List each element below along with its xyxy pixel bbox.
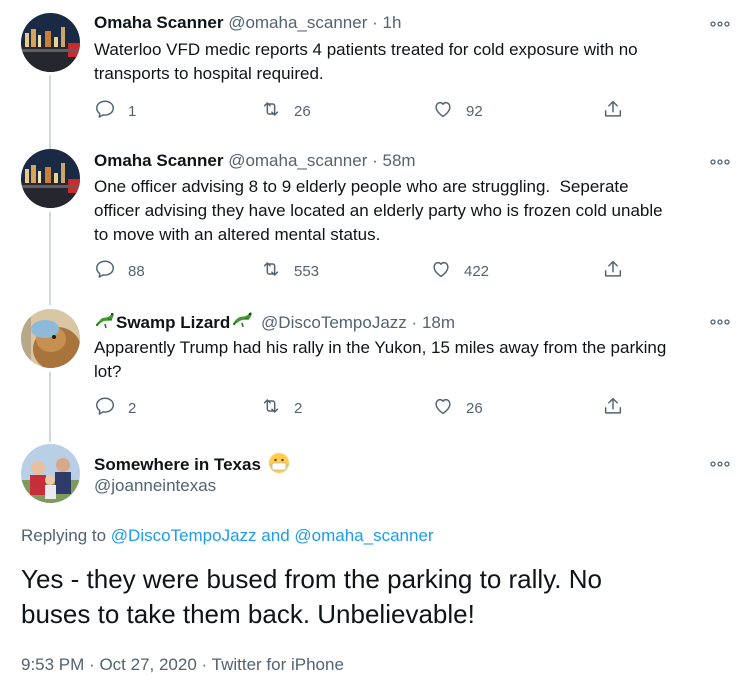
reply-count: 1 <box>128 102 137 120</box>
separator-dot: · <box>372 151 378 170</box>
tweet-actions: 88 553 422 <box>94 259 654 283</box>
tweet[interactable]: Omaha Scanner @omaha_scanner · 1h Waterl… <box>0 0 749 140</box>
reply-button[interactable]: 88 <box>94 259 145 283</box>
like-button[interactable]: 92 <box>432 99 483 123</box>
separator-dot: · <box>201 655 208 674</box>
share-button[interactable] <box>602 396 624 420</box>
reply-button[interactable]: 2 <box>94 396 136 420</box>
display-name[interactable]: Somewhere in Texas <box>94 455 261 474</box>
separator-dot: · <box>89 655 95 674</box>
tweet-header: Omaha Scanner @omaha_scanner · 58m <box>94 151 416 171</box>
user-handle[interactable]: @omaha_scanner <box>228 13 367 32</box>
tweet-date[interactable]: Oct 27, 2020 <box>99 655 196 674</box>
more-icon[interactable] <box>710 456 730 467</box>
mention-link[interactable]: @omaha_scanner <box>294 526 433 545</box>
more-icon[interactable] <box>710 314 730 325</box>
avatar[interactable] <box>21 444 80 503</box>
retweet-icon <box>260 258 282 284</box>
retweet-count: 26 <box>294 102 311 120</box>
reply-button[interactable]: 1 <box>94 99 136 123</box>
reply-icon <box>94 395 116 421</box>
retweet-button[interactable]: 553 <box>260 259 319 283</box>
heart-icon <box>430 258 452 284</box>
text-line: Yes - they were bused from the parking t… <box>21 564 602 594</box>
tweet[interactable]: Omaha Scanner @omaha_scanner · 58m One o… <box>0 140 749 300</box>
reply-count: 88 <box>128 262 145 280</box>
mask-emoji <box>268 452 290 479</box>
focused-tweet: Somewhere in Texas @joanneintexas <box>0 438 749 682</box>
text-line: officer advising they have located an el… <box>94 201 663 220</box>
like-count: 26 <box>466 399 483 417</box>
display-name[interactable]: Omaha Scanner <box>94 13 223 32</box>
separator-dot: · <box>372 13 378 32</box>
tweet[interactable]: Swamp Lizard @DiscoTempoJazz · 18m Appar… <box>0 300 749 438</box>
reply-icon <box>94 98 116 124</box>
focused-tweet-text: Yes - they were bused from the parking t… <box>21 562 721 632</box>
tweet-source[interactable]: Twitter for iPhone <box>212 655 344 674</box>
tweet-time[interactable]: 1h <box>383 13 402 32</box>
text-line: to move with an altered mental status. <box>94 225 381 244</box>
tweet-meta: 9:53 PM · Oct 27, 2020 · Twitter for iPh… <box>21 655 344 675</box>
mention-link[interactable]: @DiscoTempoJazz <box>111 526 257 545</box>
like-button[interactable]: 26 <box>432 396 483 420</box>
reply-count: 2 <box>128 399 137 417</box>
avatar[interactable] <box>21 13 80 72</box>
avatar[interactable] <box>21 309 80 368</box>
share-icon <box>602 395 624 421</box>
lizard-emoji <box>94 311 116 336</box>
retweet-button[interactable]: 26 <box>260 99 311 123</box>
tweet-actions: 1 26 92 <box>94 99 654 123</box>
like-count: 422 <box>464 262 490 280</box>
text-line: transports to hospital required. <box>94 64 324 83</box>
tweet-header: Omaha Scanner @omaha_scanner · 1h <box>94 13 401 33</box>
retweet-icon <box>260 98 282 124</box>
tweet-text: Apparently Trump had his rally in the Yu… <box>94 336 734 384</box>
like-count: 92 <box>466 102 483 120</box>
user-handle[interactable]: @DiscoTempoJazz <box>261 313 407 332</box>
replying-prefix: Replying to <box>21 526 107 545</box>
share-button[interactable] <box>602 259 624 283</box>
tweet-actions: 2 2 26 <box>94 396 654 420</box>
user-handle[interactable]: @joanneintexas <box>94 476 216 496</box>
tweet-time[interactable]: 9:53 PM <box>21 655 84 674</box>
replying-and: and <box>261 526 290 545</box>
text-line: buses to take them back. Unbelievable! <box>21 599 475 629</box>
heart-icon <box>432 395 454 421</box>
display-name[interactable]: Swamp Lizard <box>116 313 230 332</box>
more-icon[interactable] <box>710 154 730 165</box>
tweet-time[interactable]: 18m <box>422 313 455 332</box>
text-line: lot? <box>94 362 122 381</box>
retweet-button[interactable]: 2 <box>260 396 302 420</box>
user-handle[interactable]: @omaha_scanner <box>228 151 367 170</box>
share-icon <box>602 98 624 124</box>
share-icon <box>602 258 624 284</box>
like-button[interactable]: 422 <box>430 259 489 283</box>
separator-dot: · <box>411 313 418 332</box>
tweet-time[interactable]: 58m <box>383 151 416 170</box>
text-line: Waterloo VFD medic reports 4 patients tr… <box>94 40 638 59</box>
tweet-text: Waterloo VFD medic reports 4 patients tr… <box>94 38 734 86</box>
tweet-header: Somewhere in Texas <box>94 452 290 479</box>
tweet-text: One officer advising 8 to 9 elderly peop… <box>94 175 734 247</box>
text-line: One officer advising 8 to 9 elderly peop… <box>94 177 629 196</box>
share-button[interactable] <box>602 99 624 123</box>
replying-to: Replying to @DiscoTempoJazz and @omaha_s… <box>21 526 434 546</box>
retweet-count: 2 <box>294 399 303 417</box>
retweet-count: 553 <box>294 262 320 280</box>
display-name[interactable]: Omaha Scanner <box>94 151 223 170</box>
heart-icon <box>432 98 454 124</box>
tweet-header: Swamp Lizard @DiscoTempoJazz · 18m <box>94 311 455 336</box>
avatar[interactable] <box>21 149 80 208</box>
text-line: Apparently Trump had his rally in the Yu… <box>94 338 667 357</box>
more-icon[interactable] <box>710 16 730 27</box>
reply-icon <box>94 258 116 284</box>
retweet-icon <box>260 395 282 421</box>
lizard-emoji <box>230 311 256 336</box>
